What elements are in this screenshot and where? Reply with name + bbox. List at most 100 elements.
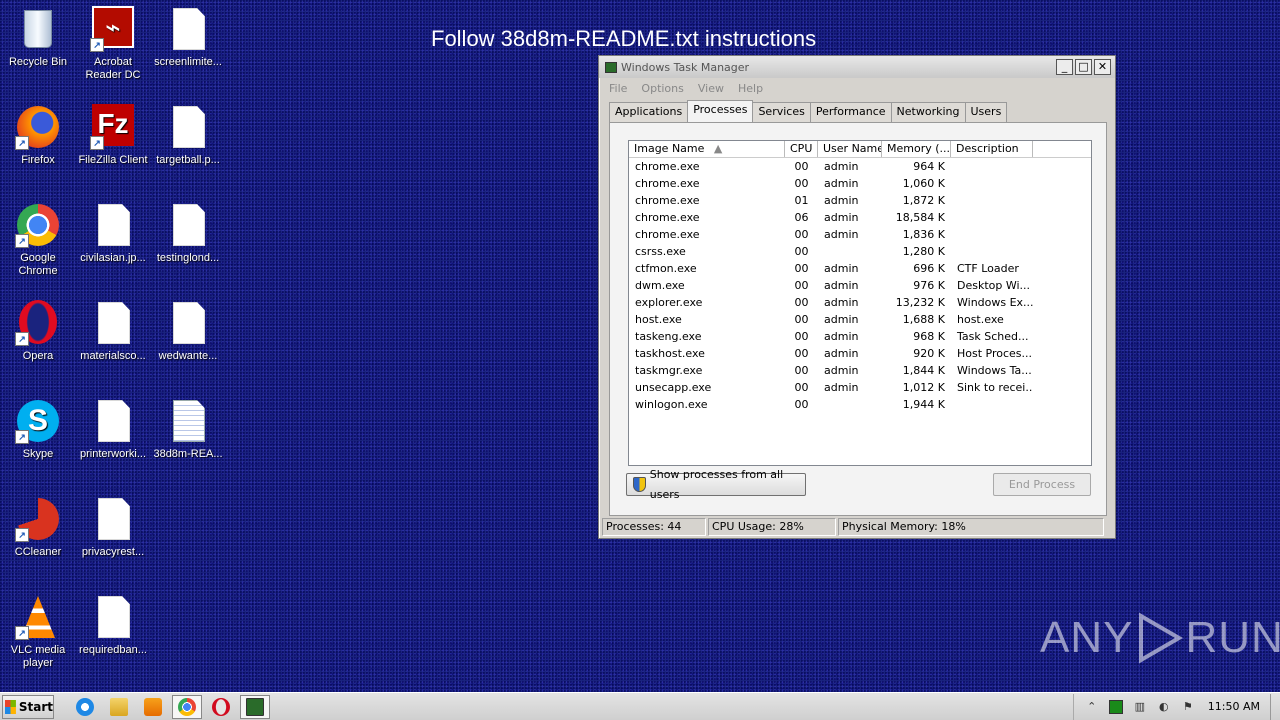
table-row[interactable]: taskhost.exe 00 admin 920 K Host Proces... bbox=[629, 345, 1091, 362]
desktop-icon[interactable]: ↗ Opera bbox=[0, 300, 76, 392]
desktop-icon[interactable]: privacyrest... bbox=[75, 496, 151, 588]
column-cpu[interactable]: CPU bbox=[785, 141, 818, 157]
process-list-header: Image Name ▲ CPU User Name Memory (... D… bbox=[629, 141, 1091, 158]
table-row[interactable]: host.exe 00 admin 1,688 K host.exe bbox=[629, 311, 1091, 328]
cell-description bbox=[951, 226, 1033, 243]
tray-flag-icon[interactable]: ⚑ bbox=[1181, 700, 1195, 714]
taskbar-ie[interactable] bbox=[70, 695, 100, 719]
table-row[interactable]: chrome.exe 01 admin 1,872 K bbox=[629, 192, 1091, 209]
desktop-icon[interactable]: ↗ VLC media player bbox=[0, 594, 76, 686]
file-icon bbox=[90, 496, 136, 542]
table-row[interactable]: chrome.exe 06 admin 18,584 K bbox=[629, 209, 1091, 226]
desktop-icon[interactable]: screenlimite... bbox=[150, 6, 226, 98]
opera-icon bbox=[212, 697, 230, 716]
desktop-icon[interactable]: printerworki... bbox=[75, 398, 151, 490]
taskbar-opera[interactable] bbox=[206, 695, 236, 719]
tab-performance[interactable]: Performance bbox=[809, 102, 892, 122]
table-row[interactable]: chrome.exe 00 admin 1,836 K bbox=[629, 226, 1091, 243]
cell-image-name: winlogon.exe bbox=[635, 398, 708, 411]
desktop-icon[interactable]: S ↗ Skype bbox=[0, 398, 76, 490]
tab-services[interactable]: Services bbox=[752, 102, 811, 122]
shortcut-arrow-icon: ↗ bbox=[15, 626, 29, 640]
task-manager-window[interactable]: Windows Task Manager _ □ ✕ File Options Vi… bbox=[598, 55, 1116, 539]
desktop-icon[interactable]: ⌁ ↗ Acrobat Reader DC bbox=[75, 6, 151, 98]
cell-image-name: chrome.exe bbox=[635, 194, 700, 207]
uac-shield-icon bbox=[633, 477, 646, 492]
start-label: Start bbox=[18, 699, 53, 714]
tab-processes[interactable]: Processes bbox=[687, 100, 754, 122]
close-button[interactable]: ✕ bbox=[1094, 59, 1111, 75]
table-row[interactable]: unsecapp.exe 00 admin 1,012 K Sink to recei.… bbox=[629, 379, 1091, 396]
file-icon bbox=[165, 202, 211, 248]
file-icon bbox=[90, 202, 136, 248]
table-row[interactable]: chrome.exe 00 admin 1,060 K bbox=[629, 175, 1091, 192]
cell-memory: 1,012 K bbox=[902, 381, 945, 394]
table-row[interactable]: dwm.exe 00 admin 976 K Desktop Wi... bbox=[629, 277, 1091, 294]
tab-applications[interactable]: Applications bbox=[609, 102, 689, 122]
column-image-name[interactable]: Image Name ▲ bbox=[629, 141, 785, 157]
desktop-icon[interactable]: civilasian.jp... bbox=[75, 202, 151, 294]
cell-image-name: dwm.exe bbox=[635, 279, 685, 292]
cell-user-name: admin bbox=[824, 364, 859, 377]
cell-image-name: unsecapp.exe bbox=[635, 381, 712, 394]
minimize-button[interactable]: _ bbox=[1056, 59, 1073, 75]
tray-network-icon[interactable]: ▥ bbox=[1133, 700, 1147, 714]
desktop-icon[interactable]: ↗ Google Chrome bbox=[0, 202, 76, 294]
tray-expand-icon[interactable]: ⌃ bbox=[1085, 700, 1099, 714]
table-row[interactable]: csrss.exe 00 1,280 K bbox=[629, 243, 1091, 260]
title-bar[interactable]: Windows Task Manager _ □ ✕ bbox=[599, 56, 1115, 78]
cell-user-name bbox=[818, 243, 882, 260]
table-row[interactable]: explorer.exe 00 admin 13,232 K Windows Ex... bbox=[629, 294, 1091, 311]
desktop-icon[interactable]: testinglond... bbox=[150, 202, 226, 294]
desktop-icon-label: CCleaner bbox=[14, 546, 62, 558]
process-list[interactable]: Image Name ▲ CPU User Name Memory (... D… bbox=[628, 140, 1092, 466]
desktop-icon[interactable]: 38d8m-REA... bbox=[150, 398, 226, 490]
column-memory[interactable]: Memory (... bbox=[882, 141, 951, 157]
column-user-name[interactable]: User Name bbox=[818, 141, 882, 157]
shortcut-arrow-icon: ↗ bbox=[15, 528, 29, 542]
clock[interactable]: 11:50 AM bbox=[1208, 700, 1260, 713]
cell-cpu: 00 bbox=[794, 347, 809, 360]
desktop-icon[interactable]: wedwante... bbox=[150, 300, 226, 392]
taskbar-explorer[interactable] bbox=[104, 695, 134, 719]
menu-view[interactable]: View bbox=[698, 82, 724, 95]
table-row[interactable]: chrome.exe 00 admin 964 K bbox=[629, 158, 1091, 175]
processes-panel: Image Name ▲ CPU User Name Memory (... D… bbox=[609, 122, 1107, 516]
cell-user-name: admin bbox=[824, 347, 859, 360]
desktop-icon[interactable]: Recycle Bin bbox=[0, 6, 76, 98]
maximize-button[interactable]: □ bbox=[1075, 59, 1092, 75]
cell-cpu: 00 bbox=[794, 160, 809, 173]
desktop-icon[interactable]: requiredban... bbox=[75, 594, 151, 686]
desktop-icon[interactable]: materialsco... bbox=[75, 300, 151, 392]
show-desktop-button[interactable] bbox=[1270, 693, 1280, 720]
show-all-processes-button[interactable]: Show processes from all users bbox=[626, 468, 806, 501]
taskbar-task-manager[interactable] bbox=[240, 694, 270, 719]
tray-speaker-icon[interactable]: ◐ bbox=[1157, 700, 1171, 714]
table-row[interactable]: winlogon.exe 00 1,944 K bbox=[629, 396, 1091, 413]
table-row[interactable]: taskmgr.exe 00 admin 1,844 K Windows Ta... bbox=[629, 362, 1091, 379]
column-description[interactable]: Description bbox=[951, 141, 1033, 157]
table-row[interactable]: ctfmon.exe 00 admin 696 K CTF Loader bbox=[629, 260, 1091, 277]
tab-networking[interactable]: Networking bbox=[890, 102, 966, 122]
cell-user-name bbox=[818, 396, 882, 413]
cell-user-name: admin bbox=[824, 381, 859, 394]
desktop-icon-label: wedwante... bbox=[158, 350, 218, 362]
desktop-icon[interactable]: ↗ Firefox bbox=[0, 104, 76, 196]
end-process-button[interactable]: End Process bbox=[993, 473, 1091, 496]
tray-monitor-icon[interactable] bbox=[1108, 699, 1123, 714]
tab-users[interactable]: Users bbox=[964, 102, 1008, 122]
taskbar-chrome[interactable] bbox=[172, 694, 202, 719]
cell-description bbox=[951, 175, 1033, 192]
desktop-icon[interactable]: Fz ↗ FileZilla Client bbox=[75, 104, 151, 196]
start-button[interactable]: Start bbox=[2, 694, 54, 719]
menu-help[interactable]: Help bbox=[738, 82, 763, 95]
taskbar-media-player[interactable] bbox=[138, 695, 168, 719]
menu-options[interactable]: Options bbox=[641, 82, 683, 95]
desktop-icon[interactable]: targetball.p... bbox=[150, 104, 226, 196]
table-row[interactable]: taskeng.exe 00 admin 968 K Task Sched... bbox=[629, 328, 1091, 345]
cell-image-name: csrss.exe bbox=[635, 245, 686, 258]
cell-cpu: 06 bbox=[794, 211, 809, 224]
desktop-icon[interactable]: ↗ CCleaner bbox=[0, 496, 76, 588]
opera-icon: ↗ bbox=[15, 300, 61, 346]
menu-file[interactable]: File bbox=[609, 82, 627, 95]
